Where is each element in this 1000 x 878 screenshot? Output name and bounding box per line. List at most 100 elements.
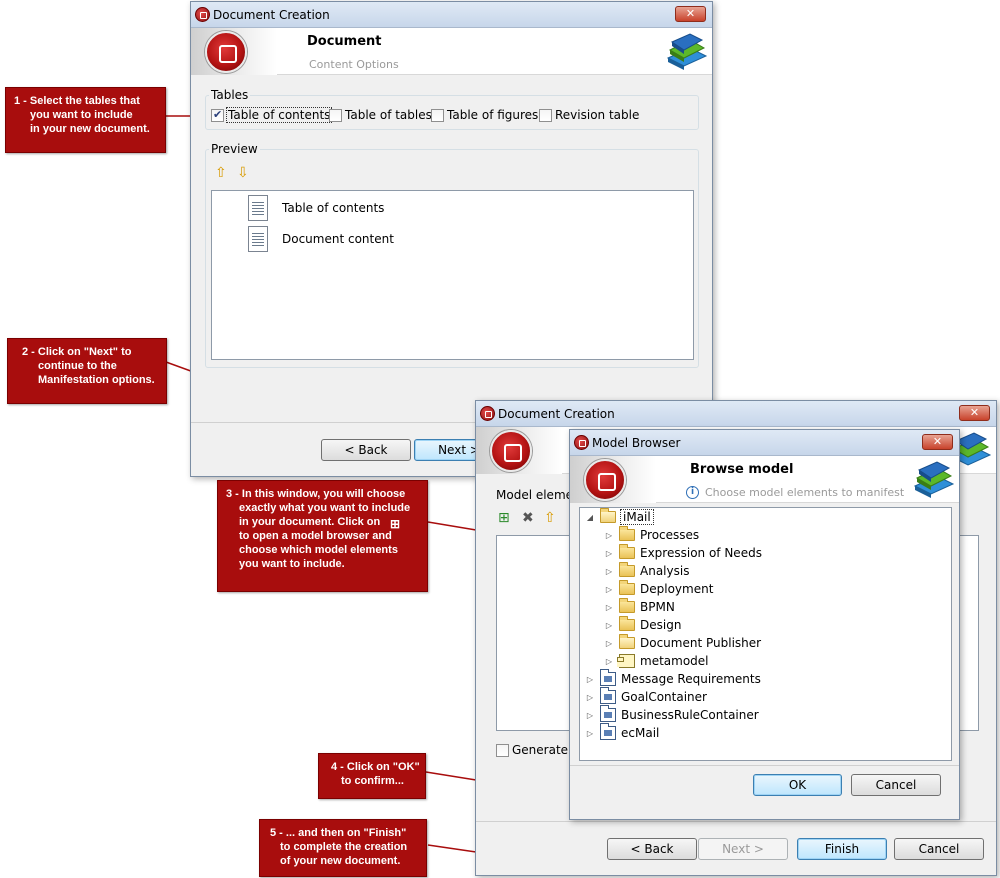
tree-item-label: Processes: [640, 528, 700, 542]
folder-icon: [619, 562, 635, 577]
checkbox-table-of-tables[interactable]: Table of tables: [329, 108, 432, 122]
close-button[interactable]: ✕: [959, 405, 990, 421]
tree-item-goalcontainer[interactable]: ▷ GoalContainer: [584, 687, 707, 706]
ok-button-label: OK: [788, 778, 807, 792]
callout-line: to complete the creation: [280, 841, 408, 853]
add-model-element-icon[interactable]: ⊞: [498, 511, 510, 525]
expand-icon[interactable]: ▷: [584, 729, 596, 738]
package-icon: [600, 723, 616, 740]
tree-item-bpmn[interactable]: ▷ BPMN: [603, 598, 675, 616]
checkbox-generate[interactable]: Generate d: [496, 743, 579, 757]
finish-button[interactable]: Finish: [797, 838, 887, 860]
folder-icon: [619, 616, 635, 631]
expand-icon[interactable]: ▷: [603, 531, 615, 540]
tree-item-design[interactable]: ▷ Design: [603, 616, 681, 634]
tree-item-analysis[interactable]: ▷ Analysis: [603, 562, 689, 580]
checkbox-checked-icon: [211, 108, 224, 122]
preview-item-table-of-contents[interactable]: Table of contents: [248, 195, 384, 221]
expand-icon[interactable]: ▷: [603, 657, 615, 666]
preview-list[interactable]: Table of contents Document content: [211, 190, 694, 360]
close-button[interactable]: ✕: [922, 434, 953, 450]
document-icon: [248, 226, 268, 252]
expand-icon[interactable]: ▷: [603, 549, 615, 558]
tree-item-deployment[interactable]: ▷ Deployment: [603, 580, 713, 598]
callout-line: exactly what you want to include: [239, 502, 411, 514]
tree-item-ecmail[interactable]: ▷ ecMail: [584, 723, 660, 742]
callout-step-4: 4 - Click on "OK" to confirm...: [318, 753, 426, 799]
model-tree[interactable]: ◢ iMail ▷ Processes ▷ Expression of Need…: [579, 507, 952, 761]
tree-item-processes[interactable]: ▷ Processes: [603, 526, 699, 544]
callout-step-1: 1 - Select the tables that you want to i…: [5, 87, 166, 153]
callout-line: to confirm...: [341, 775, 404, 787]
move-up-icon[interactable]: ⇧: [544, 511, 556, 525]
callout-line: choose which model elements: [239, 544, 398, 556]
expand-icon[interactable]: ▷: [584, 711, 596, 720]
browser-subtitle: Choose model elements to manifest: [705, 486, 905, 499]
next-button[interactable]: Next >: [698, 838, 788, 860]
info-icon: i: [686, 486, 699, 499]
tree-item-label: BPMN: [640, 600, 675, 614]
callout-line: you want to include.: [239, 558, 345, 570]
preview-item-label: Table of contents: [282, 201, 385, 215]
wizard-header: Document Content Options: [191, 28, 712, 75]
tree-item-message-requirements[interactable]: ▷ Message Requirements: [584, 669, 761, 688]
footer-divider: [476, 821, 996, 822]
tree-item-metamodel[interactable]: ▷ metamodel: [603, 652, 709, 670]
title-bar[interactable]: Document Creation ✕: [476, 401, 996, 427]
delete-icon[interactable]: ✖: [522, 511, 534, 525]
product-logo: [570, 456, 656, 503]
callout-step-3: 3 - In this window, you will choose exac…: [217, 480, 428, 592]
folder-open-icon: [600, 508, 616, 523]
callout-line: you want to include: [30, 109, 133, 121]
product-logo: [476, 427, 562, 474]
back-button[interactable]: < Back: [321, 439, 411, 461]
tree-item-label: Design: [640, 618, 682, 632]
expand-icon[interactable]: ▷: [603, 621, 615, 630]
checkbox-unchecked-icon: [496, 743, 509, 757]
app-icon: [195, 7, 210, 22]
collapse-icon[interactable]: ◢: [584, 513, 596, 522]
page-title: Document: [307, 34, 382, 49]
tree-item-expression-of-needs[interactable]: ▷ Expression of Needs: [603, 544, 762, 562]
checkbox-label: Table of tables: [345, 108, 432, 122]
footer-divider: [570, 765, 959, 766]
callout-line: 1 - Select the tables that: [14, 95, 140, 107]
preview-item-document-content[interactable]: Document content: [248, 226, 394, 252]
model-browser-window: Model Browser ✕ Browse model i Choose mo…: [569, 429, 960, 820]
document-icon: [248, 195, 268, 221]
callout-step-5: 5 - ... and then on "Finish" to complete…: [259, 819, 427, 877]
checkbox-table-of-contents[interactable]: Table of contents: [211, 107, 333, 123]
expand-icon[interactable]: ▷: [603, 567, 615, 576]
tree-item-businessrulecontainer[interactable]: ▷ BusinessRuleContainer: [584, 705, 759, 724]
close-button[interactable]: ✕: [675, 6, 706, 22]
cancel-button[interactable]: Cancel: [851, 774, 941, 796]
tree-item-label: ecMail: [621, 726, 660, 740]
expand-icon[interactable]: ▷: [584, 693, 596, 702]
package-icon: [600, 669, 616, 686]
move-up-icon[interactable]: ⇧: [215, 166, 227, 180]
callout-line: 5 - ... and then on "Finish": [270, 827, 407, 839]
title-bar[interactable]: Document Creation ✕: [191, 2, 712, 28]
checkbox-table-of-figures[interactable]: Table of figures: [431, 108, 538, 122]
expand-icon[interactable]: ▷: [603, 639, 615, 648]
move-down-icon[interactable]: ⇩: [237, 166, 249, 180]
expand-icon[interactable]: ▷: [584, 675, 596, 684]
callout-line: in your new document.: [30, 123, 150, 135]
tree-item-imail[interactable]: ◢ iMail: [584, 508, 654, 526]
checkbox-revision-table[interactable]: Revision table: [539, 108, 639, 122]
folder-icon: [619, 544, 635, 559]
finish-button-label: Finish: [824, 842, 860, 856]
expand-icon[interactable]: ▷: [603, 603, 615, 612]
preview-item-label: Document content: [282, 232, 394, 246]
callout-step-2: 2 - Click on "Next" to continue to the M…: [7, 338, 167, 404]
expand-icon[interactable]: ▷: [603, 585, 615, 594]
cancel-button[interactable]: Cancel: [894, 838, 984, 860]
tree-item-label: GoalContainer: [621, 690, 707, 704]
back-button[interactable]: < Back: [607, 838, 697, 860]
package-icon: [600, 687, 616, 704]
tree-item-document-publisher[interactable]: ▷ Document Publisher: [603, 634, 761, 652]
callout-line: of your new document.: [280, 855, 401, 867]
ok-button[interactable]: OK: [753, 774, 842, 796]
checkbox-label: Table of figures: [447, 108, 539, 122]
title-bar[interactable]: Model Browser ✕: [570, 430, 959, 456]
